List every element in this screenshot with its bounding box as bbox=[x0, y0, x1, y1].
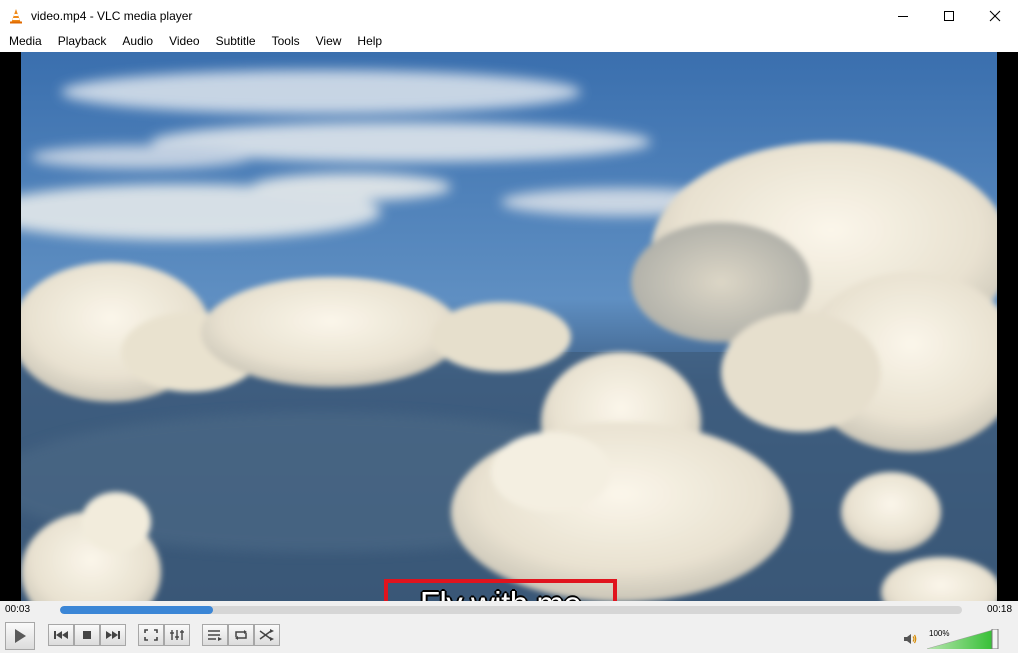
minimize-icon bbox=[898, 15, 908, 17]
window-title: video.mp4 - VLC media player bbox=[31, 8, 193, 23]
menu-bar: Media Playback Audio Video Subtitle Tool… bbox=[0, 31, 1018, 52]
title-bar: video.mp4 - VLC media player bbox=[0, 0, 1018, 31]
menu-help[interactable]: Help bbox=[349, 31, 390, 52]
playlist-button[interactable] bbox=[202, 624, 228, 646]
menu-subtitle[interactable]: Subtitle bbox=[208, 31, 264, 52]
menu-playback[interactable]: Playback bbox=[50, 31, 115, 52]
loop-button[interactable] bbox=[228, 624, 254, 646]
next-icon bbox=[106, 631, 120, 639]
loop-icon bbox=[235, 630, 247, 640]
previous-button[interactable] bbox=[48, 624, 74, 646]
seek-bar[interactable] bbox=[60, 606, 962, 614]
menu-audio[interactable]: Audio bbox=[114, 31, 161, 52]
controls-bar: 100% bbox=[0, 619, 1018, 653]
shuffle-button[interactable] bbox=[254, 624, 280, 646]
fullscreen-button[interactable] bbox=[138, 624, 164, 646]
close-icon bbox=[989, 10, 1001, 21]
video-area[interactable]: Fly with me bbox=[0, 52, 1018, 628]
elapsed-time: 00:03 bbox=[5, 604, 31, 615]
menu-media[interactable]: Media bbox=[0, 31, 50, 52]
volume-slider[interactable] bbox=[927, 629, 999, 649]
close-button[interactable] bbox=[972, 0, 1018, 31]
video-image bbox=[21, 52, 997, 601]
previous-icon bbox=[54, 631, 68, 639]
playlist-icon bbox=[208, 630, 222, 641]
vlc-cone-icon bbox=[10, 8, 22, 23]
extended-settings-icon bbox=[170, 630, 184, 640]
seek-progress bbox=[60, 606, 214, 614]
volume-handle[interactable] bbox=[991, 629, 999, 649]
stop-icon bbox=[83, 631, 91, 639]
next-button[interactable] bbox=[100, 624, 126, 646]
minimize-button[interactable] bbox=[880, 0, 926, 31]
play-icon bbox=[15, 629, 26, 643]
speaker-icon[interactable] bbox=[903, 633, 917, 645]
menu-video[interactable]: Video bbox=[161, 31, 207, 52]
menu-view[interactable]: View bbox=[308, 31, 350, 52]
shuffle-icon bbox=[259, 629, 274, 641]
window-controls bbox=[880, 0, 1018, 31]
seek-row: 00:03 00:18 bbox=[0, 601, 1018, 619]
play-button[interactable] bbox=[5, 622, 35, 650]
fullscreen-icon bbox=[144, 629, 158, 641]
maximize-button[interactable] bbox=[926, 0, 972, 31]
total-time: 00:18 bbox=[987, 604, 1013, 615]
menu-tools[interactable]: Tools bbox=[264, 31, 308, 52]
extended-settings-button[interactable] bbox=[164, 624, 190, 646]
volume-level bbox=[927, 629, 997, 649]
sky-clouds-scene bbox=[21, 52, 997, 601]
maximize-icon bbox=[944, 10, 954, 21]
stop-button[interactable] bbox=[74, 624, 100, 646]
